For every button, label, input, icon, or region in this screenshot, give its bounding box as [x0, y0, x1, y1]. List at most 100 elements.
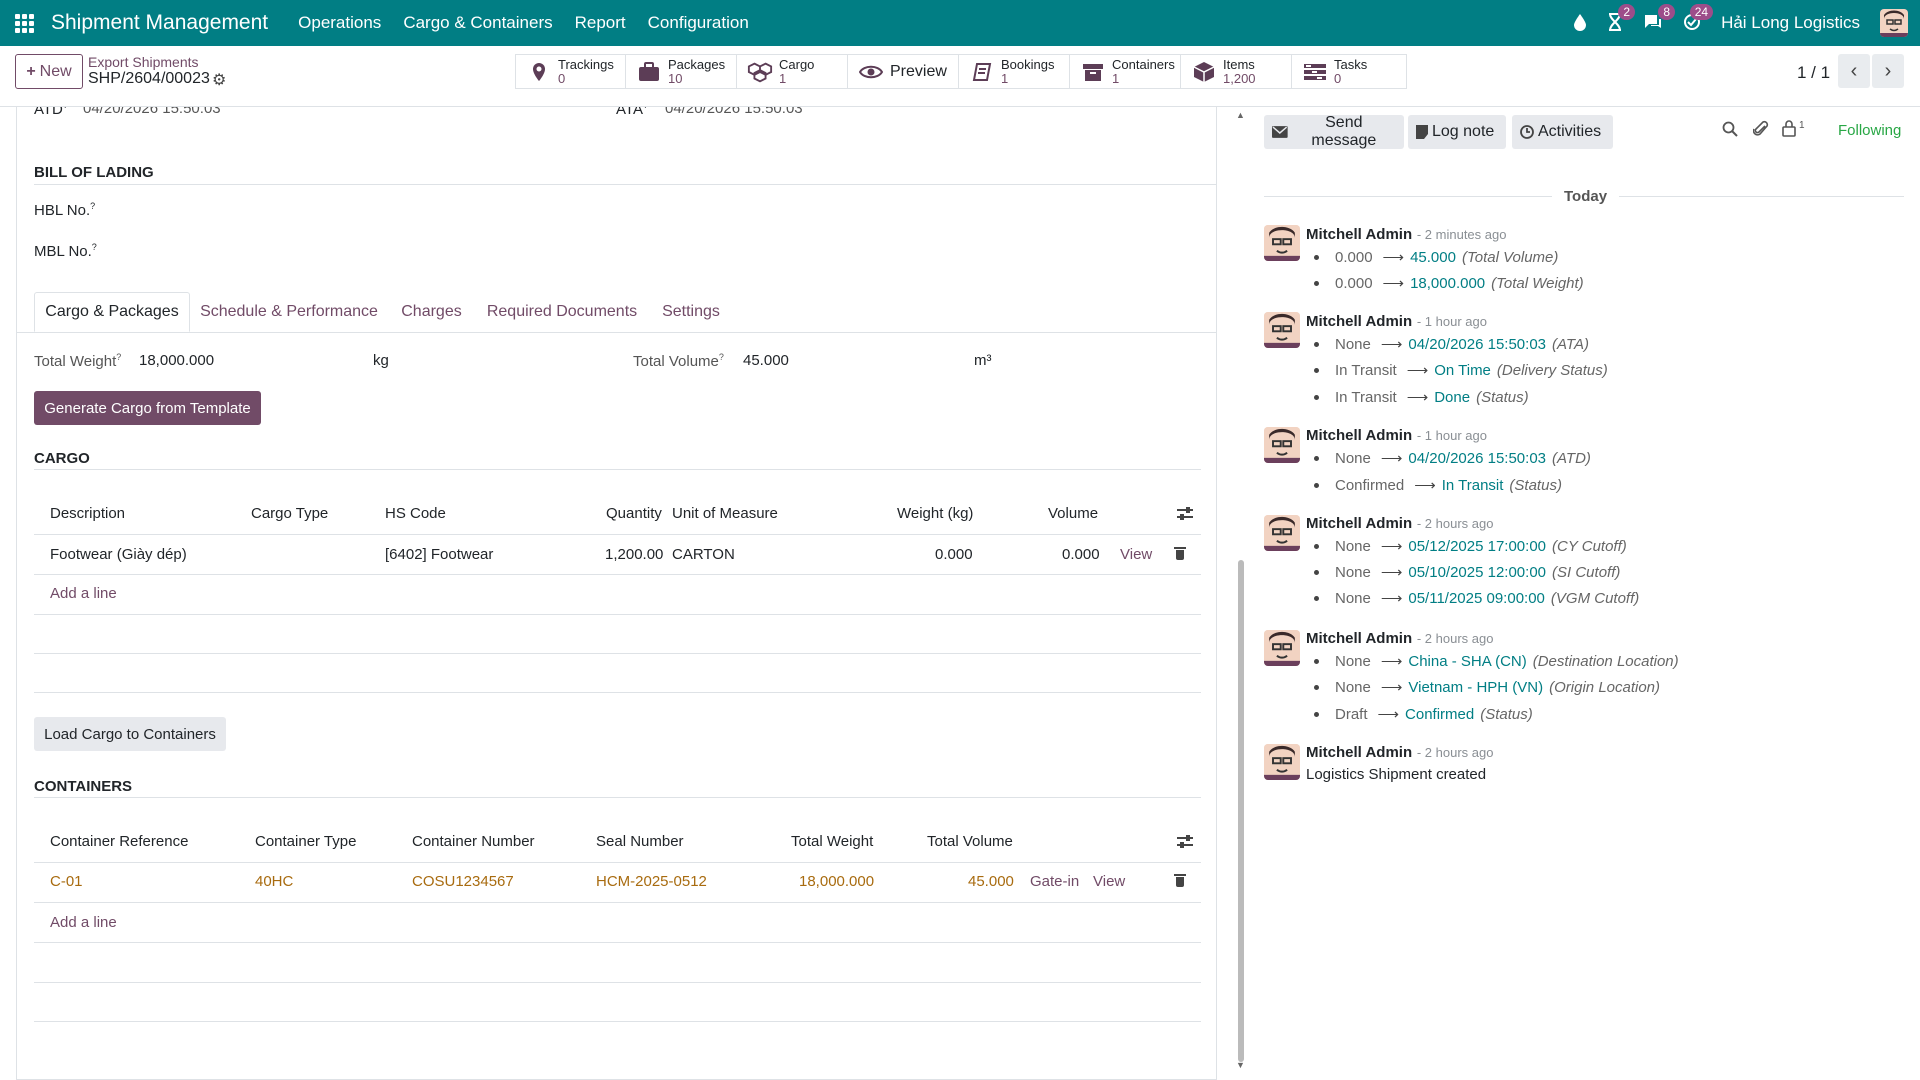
app-grid-icon[interactable]	[13, 12, 35, 34]
user-avatar[interactable]	[1880, 9, 1908, 37]
scrollbar-thumb[interactable]	[1238, 560, 1244, 1062]
col-hs-code[interactable]: HS Code	[385, 505, 446, 522]
message-author[interactable]: Mitchell Admin	[1306, 630, 1412, 647]
col-weight[interactable]: Weight (kg)	[897, 505, 973, 522]
col-unit-of-measure[interactable]: Unit of Measure	[672, 505, 778, 522]
add-line-link[interactable]: Add a line	[50, 585, 117, 602]
pager-previous-button[interactable]: ‹	[1838, 54, 1870, 88]
message-author[interactable]: Mitchell Admin	[1306, 226, 1412, 243]
author-avatar[interactable]	[1264, 744, 1300, 780]
col-seal-number[interactable]: Seal Number	[596, 833, 684, 850]
following-button[interactable]: Following	[1838, 122, 1901, 139]
message-date: - 2 hours ago	[1416, 516, 1494, 531]
cell-seal-number[interactable]: HCM-2025-0512	[596, 873, 707, 890]
pager-value[interactable]: 1 / 1	[1797, 63, 1830, 83]
cell-description[interactable]: Footwear (Giày dép)	[50, 546, 187, 563]
cell-uom[interactable]: CARTON	[672, 546, 735, 563]
scroll-up-icon[interactable]: ▲	[1236, 110, 1245, 120]
old-value: Confirmed	[1335, 476, 1405, 494]
message-author[interactable]: Mitchell Admin	[1306, 744, 1412, 761]
new-button[interactable]: + New	[15, 54, 83, 89]
generate-cargo-button[interactable]: Generate Cargo from Template	[34, 391, 261, 425]
new-value: 05/12/2025 17:00:00	[1408, 537, 1547, 555]
ata-value[interactable]: 04/20/2026 15:50:03	[665, 107, 803, 117]
updates-icon[interactable]: 24	[1683, 3, 1714, 34]
smart-button-cargo[interactable]: Cargo 1	[736, 54, 848, 89]
total-weight-value[interactable]: 18,000.000	[139, 352, 214, 369]
menu-operations[interactable]: Operations	[298, 13, 381, 33]
company-switcher[interactable]: Hải Long Logistics	[1721, 13, 1860, 33]
col-description[interactable]: Description	[50, 505, 125, 522]
cell-container-reference[interactable]: C-01	[50, 873, 83, 890]
view-link[interactable]: View	[1120, 546, 1152, 563]
followers-button[interactable]: 1	[1782, 120, 1805, 137]
trash-icon[interactable]	[1174, 874, 1186, 888]
cell-container-number[interactable]: COSU1234567	[412, 873, 514, 890]
smart-button-trackings[interactable]: Trackings 0	[515, 54, 626, 89]
send-message-button[interactable]: Send message	[1264, 114, 1404, 149]
smart-button-containers[interactable]: Containers 1	[1069, 54, 1181, 89]
send-message-label: Send message	[1311, 114, 1377, 149]
col-container-reference[interactable]: Container Reference	[50, 833, 188, 850]
smart-button-tasks[interactable]: Tasks 0	[1291, 54, 1407, 89]
col-volume[interactable]: Volume	[1048, 505, 1098, 522]
col-total-weight[interactable]: Total Weight	[791, 833, 873, 850]
new-button-label: New	[39, 62, 72, 80]
view-link[interactable]: View	[1093, 873, 1125, 890]
column-settings-icon[interactable]	[1177, 834, 1193, 848]
messages-icon[interactable]: 8	[1643, 3, 1676, 34]
pager-next-button[interactable]: ›	[1872, 54, 1904, 88]
cell-volume[interactable]: 0.000	[1062, 546, 1100, 563]
cell-quantity[interactable]: 1,200.00	[605, 546, 663, 563]
cell-container-type[interactable]: 40HC	[255, 873, 293, 890]
trash-icon[interactable]	[1174, 547, 1186, 561]
breadcrumb-parent[interactable]: Export Shipments	[88, 54, 199, 70]
col-cargo-type[interactable]: Cargo Type	[251, 505, 328, 522]
tab-required-documents[interactable]: Required Documents	[481, 292, 643, 332]
column-settings-icon[interactable]	[1177, 506, 1193, 520]
cell-hs-code[interactable]: [6402] Footwear	[385, 546, 493, 563]
tab-cargo-packages[interactable]: Cargo & Packages	[34, 292, 190, 332]
paperclip-icon[interactable]	[1752, 120, 1769, 143]
search-icon[interactable]	[1722, 121, 1738, 142]
smart-button-bookings[interactable]: Bookings 1	[958, 54, 1070, 89]
gate-in-button[interactable]: Gate-in	[1030, 873, 1079, 890]
message-author[interactable]: Mitchell Admin	[1306, 515, 1412, 532]
cell-weight[interactable]: 0.000	[935, 546, 973, 563]
tab-charges[interactable]: Charges	[393, 292, 470, 332]
hbl-input[interactable]	[131, 198, 531, 222]
author-avatar[interactable]	[1264, 427, 1300, 463]
col-container-type[interactable]: Container Type	[255, 833, 356, 850]
add-line-link[interactable]: Add a line	[50, 914, 117, 931]
gear-icon[interactable]: ⚙	[212, 70, 226, 90]
cell-total-weight[interactable]: 18,000.000	[799, 873, 874, 890]
author-avatar[interactable]	[1264, 312, 1300, 348]
tab-settings[interactable]: Settings	[653, 292, 729, 332]
author-avatar[interactable]	[1264, 515, 1300, 551]
col-total-volume[interactable]: Total Volume	[927, 833, 1013, 850]
smart-button-preview[interactable]: Preview	[847, 54, 959, 89]
load-cargo-button[interactable]: Load Cargo to Containers	[34, 717, 226, 751]
mbl-input[interactable]	[131, 239, 531, 263]
menu-configuration[interactable]: Configuration	[648, 13, 749, 33]
col-container-number[interactable]: Container Number	[412, 833, 535, 850]
log-note-button[interactable]: Log note	[1408, 115, 1506, 149]
author-avatar[interactable]	[1264, 630, 1300, 666]
atd-value[interactable]: 04/20/2026 15:50:03	[83, 107, 221, 117]
smart-button-items[interactable]: Items 1,200	[1180, 54, 1292, 89]
smart-button-packages[interactable]: Packages 10	[625, 54, 737, 89]
tab-schedule-performance[interactable]: Schedule & Performance	[195, 292, 383, 332]
drop-icon[interactable]	[1573, 13, 1587, 34]
app-brand[interactable]: Shipment Management	[51, 11, 268, 35]
col-quantity[interactable]: Quantity	[606, 505, 662, 522]
total-volume-value[interactable]: 45.000	[743, 352, 789, 369]
menu-cargo-containers[interactable]: Cargo & Containers	[403, 13, 552, 33]
author-avatar[interactable]	[1264, 225, 1300, 261]
menu-report[interactable]: Report	[575, 13, 626, 33]
message-author[interactable]: Mitchell Admin	[1306, 427, 1412, 444]
message-author[interactable]: Mitchell Admin	[1306, 313, 1412, 330]
activities-button[interactable]: Activities	[1512, 115, 1613, 149]
cell-total-volume[interactable]: 45.000	[968, 873, 1014, 890]
activity-clock-icon[interactable]: 2	[1607, 3, 1636, 34]
old-value: In Transit	[1335, 361, 1397, 379]
